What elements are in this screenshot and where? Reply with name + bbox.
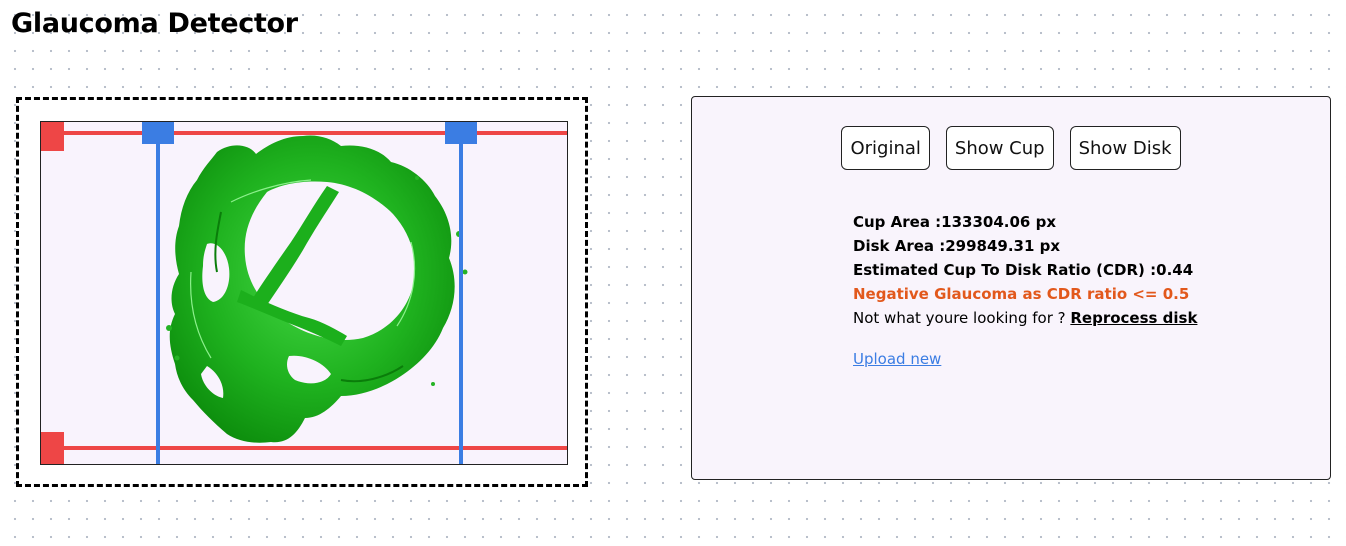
- crop-handle-bottom-left[interactable]: [41, 432, 64, 464]
- cdr-text: Estimated Cup To Disk Ratio (CDR) :0.44: [853, 261, 1194, 279]
- show-disk-button[interactable]: Show Disk: [1069, 126, 1181, 170]
- reprocess-disk-link[interactable]: Reprocess disk: [1070, 309, 1197, 327]
- crop-bottom-line[interactable]: [41, 446, 567, 450]
- show-cup-button[interactable]: Show Cup: [945, 126, 1054, 170]
- image-canvas[interactable]: [40, 121, 568, 465]
- page-title: Glaucoma Detector: [11, 8, 298, 39]
- image-dropzone[interactable]: [16, 97, 588, 487]
- segmented-disk-image: [166, 135, 468, 443]
- results-info: Cup Area :133304.06 px Disk Area :299849…: [853, 210, 1197, 330]
- crop-left-line[interactable]: [156, 122, 160, 464]
- crop-top-line[interactable]: [41, 131, 567, 135]
- cup-area-text: Cup Area :133304.06 px: [853, 213, 1056, 231]
- reprocess-row: Not what youre looking for ? Reprocess d…: [853, 306, 1197, 330]
- original-button[interactable]: Original: [841, 126, 930, 170]
- results-panel: Original Show Cup Show Disk Cup Area :13…: [691, 96, 1331, 480]
- verdict-text: Negative Glaucoma as CDR ratio <= 0.5: [853, 285, 1190, 303]
- crop-handle-top-center-right[interactable]: [445, 122, 477, 144]
- upload-new-link[interactable]: Upload new: [853, 350, 941, 368]
- crop-handle-top-center-left[interactable]: [142, 122, 174, 144]
- view-toggle-group: Original Show Cup Show Disk: [692, 126, 1330, 170]
- crop-right-line[interactable]: [459, 122, 463, 464]
- disk-area-text: Disk Area :299849.31 px: [853, 237, 1061, 255]
- crop-handle-top-left[interactable]: [41, 122, 64, 151]
- reprocess-prompt: Not what youre looking for ?: [853, 309, 1071, 327]
